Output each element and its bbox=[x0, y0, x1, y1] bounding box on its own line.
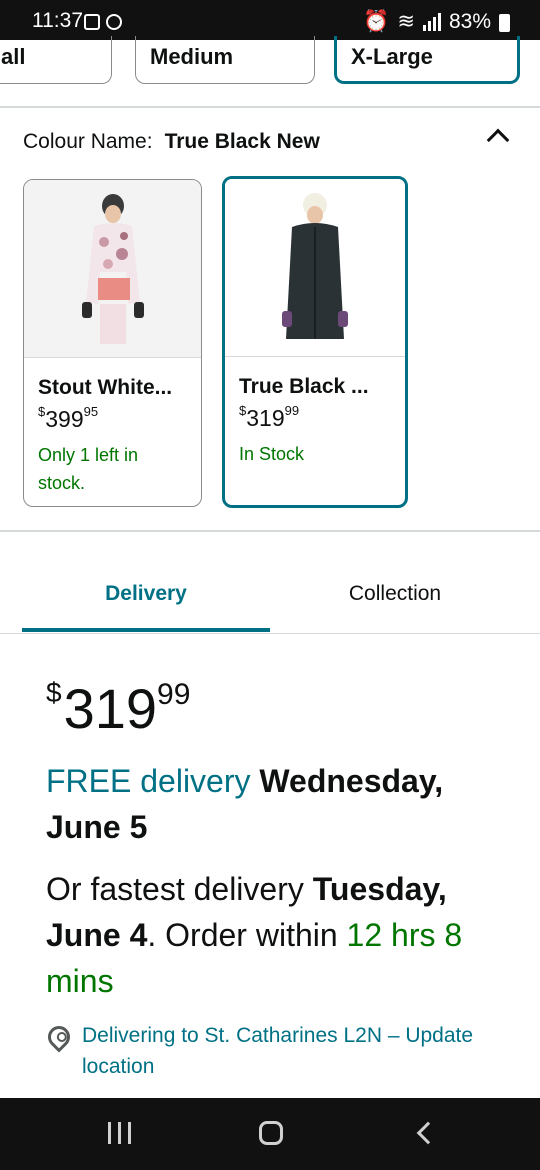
fulfillment-tabs: Delivery Collection bbox=[0, 560, 540, 634]
messenger-icon bbox=[106, 14, 122, 30]
price-currency: $ bbox=[46, 677, 62, 708]
status-right: ⏰ ≋ 83% bbox=[363, 9, 510, 34]
fastest-delivery-prefix: Or fastest delivery bbox=[46, 871, 304, 907]
colour-name: Colour Name: True Black New bbox=[23, 130, 320, 154]
alarm-icon: ⏰ bbox=[363, 9, 390, 33]
status-time: 11:37 bbox=[32, 9, 83, 32]
signal-icon bbox=[422, 12, 441, 31]
swatch-name: Stout White... bbox=[38, 376, 173, 399]
swatch-name: True Black ... bbox=[239, 375, 369, 398]
swatch-price: $31999 bbox=[239, 403, 405, 432]
product-image bbox=[24, 180, 201, 358]
price-dollars: 319 bbox=[63, 677, 158, 740]
colour-header[interactable]: Colour Name: True Black New bbox=[0, 108, 540, 174]
system-nav-bar bbox=[0, 1098, 540, 1170]
size-option-small[interactable]: all bbox=[0, 36, 112, 84]
size-option-label: X-Large bbox=[351, 44, 433, 69]
colour-swatch-stout-white[interactable]: Stout White... $39995 Only 1 left in sto… bbox=[23, 179, 202, 507]
price-dollars: 399 bbox=[45, 406, 84, 432]
swatch-price: $39995 bbox=[38, 404, 201, 433]
size-option-x-large[interactable]: X-Large bbox=[334, 36, 520, 84]
jacket-black-image bbox=[282, 193, 348, 339]
battery-icon bbox=[499, 13, 510, 32]
tab-delivery[interactable]: Delivery bbox=[22, 582, 270, 606]
section-divider bbox=[0, 530, 540, 532]
fastest-delivery-info: Or fastest delivery Tuesday, June 4. Ord… bbox=[46, 866, 516, 1004]
price-dollars: 319 bbox=[246, 405, 285, 431]
home-icon[interactable] bbox=[259, 1121, 283, 1145]
recent-apps-icon[interactable] bbox=[108, 1122, 131, 1144]
size-option-label: Medium bbox=[150, 44, 234, 69]
price-currency: $ bbox=[239, 403, 247, 419]
tab-collection[interactable]: Collection bbox=[270, 582, 520, 606]
delivery-location[interactable]: Delivering to St. Catharines L2N – Updat… bbox=[43, 1020, 506, 1082]
swatch-stock-status: Only 1 left in stock. bbox=[38, 445, 139, 493]
jacket-white-image bbox=[81, 194, 144, 344]
colour-value: True Black New bbox=[164, 130, 320, 153]
gallery-icon bbox=[84, 14, 100, 30]
price-cents: 99 bbox=[157, 678, 191, 711]
wifi-icon: ≋ bbox=[397, 10, 415, 33]
active-tab-indicator bbox=[22, 628, 270, 632]
free-delivery-link[interactable]: FREE delivery bbox=[46, 763, 251, 799]
size-option-medium[interactable]: Medium bbox=[135, 36, 315, 84]
product-price: $31999 bbox=[46, 676, 190, 741]
colour-swatch-true-black[interactable]: True Black ... $31999 In Stock bbox=[222, 176, 408, 508]
swatch-stock-status: In Stock bbox=[239, 444, 305, 464]
price-cents: 95 bbox=[83, 404, 99, 420]
back-icon[interactable] bbox=[416, 1121, 440, 1145]
product-image bbox=[225, 179, 405, 357]
size-option-label: all bbox=[1, 44, 26, 69]
price-currency: $ bbox=[38, 404, 46, 420]
location-pin-icon bbox=[43, 1021, 75, 1053]
price-cents: 99 bbox=[284, 403, 300, 419]
size-selector: all Medium X-Large bbox=[0, 36, 540, 108]
notification-icons bbox=[84, 14, 122, 30]
free-delivery-info: FREE delivery Wednesday, June 5 bbox=[46, 758, 516, 850]
location-link[interactable]: Delivering to St. Catharines L2N – Updat… bbox=[82, 1020, 506, 1082]
battery-percent: 83% bbox=[448, 9, 491, 33]
colour-label: Colour Name: bbox=[23, 130, 153, 153]
chevron-up-icon[interactable] bbox=[486, 128, 510, 152]
order-within-text: . Order within bbox=[147, 917, 338, 953]
status-bar: 11:37 ⏰ ≋ 83% bbox=[0, 0, 540, 40]
